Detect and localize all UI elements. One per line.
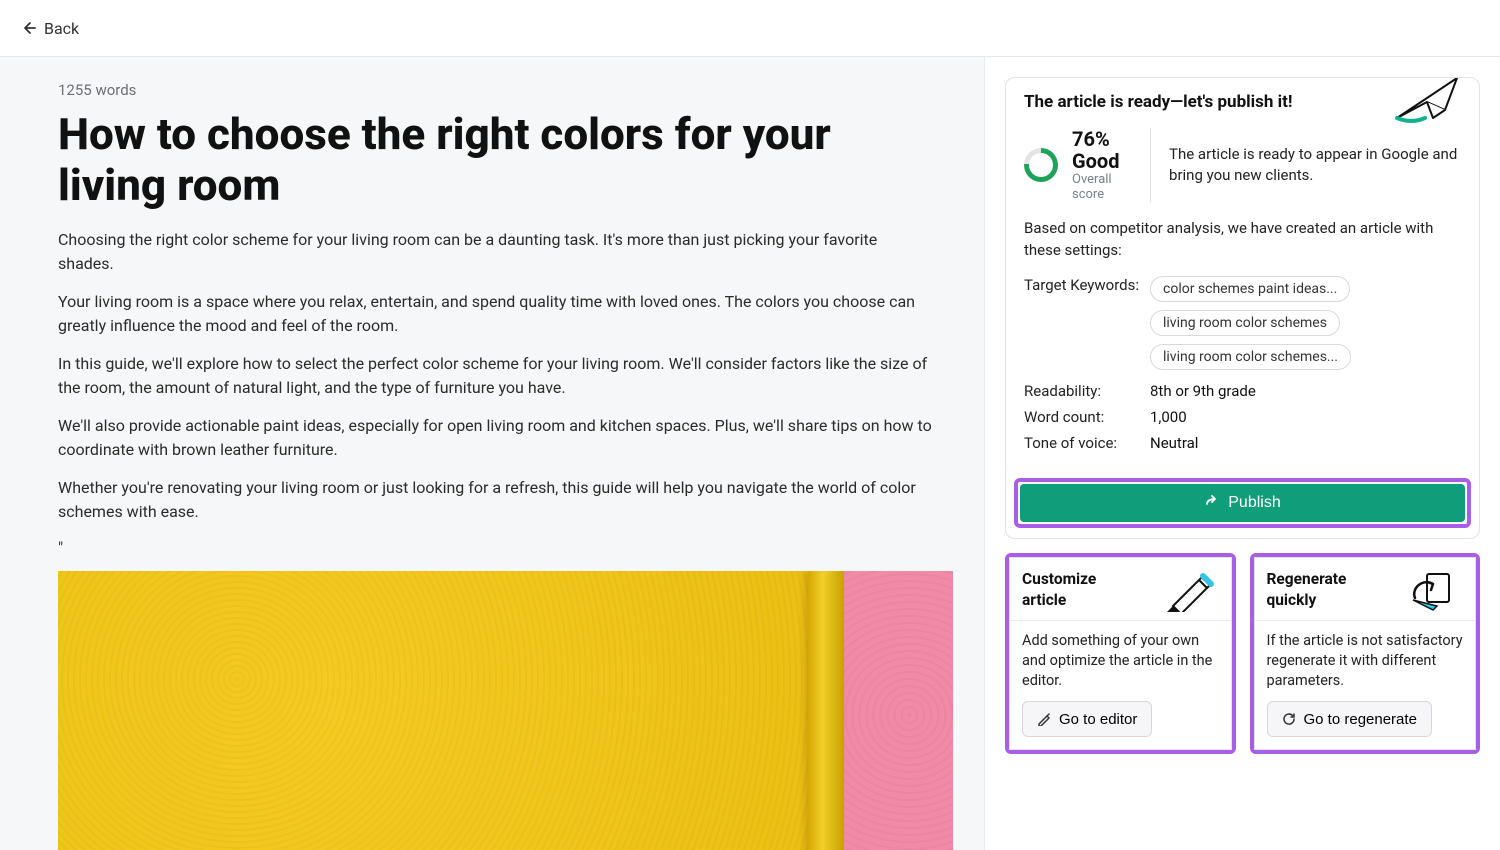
pen-icon <box>1163 568 1219 612</box>
divider <box>1150 128 1151 202</box>
customize-card: Customize article Add something of your … <box>1005 553 1236 755</box>
score-sub: Overall score <box>1072 172 1132 202</box>
article-hero-image <box>58 571 953 850</box>
setting-wordcount: Word count: 1,000 <box>1024 408 1461 426</box>
sidebar: The article is ready—let's publish it! 7… <box>985 57 1500 850</box>
readability-label: Readability: <box>1024 382 1150 400</box>
ready-card: The article is ready—let's publish it! 7… <box>1005 77 1480 539</box>
ready-header-text: The article is ready—let's publish it! <box>1024 92 1292 112</box>
go-to-regenerate-label: Go to regenerate <box>1304 711 1417 728</box>
setting-readability: Readability: 8th or 9th grade <box>1024 382 1461 400</box>
keyword-chip[interactable]: color schemes paint ideas... <box>1150 276 1350 302</box>
go-to-editor-label: Go to editor <box>1059 711 1137 728</box>
tone-value: Neutral <box>1150 434 1461 452</box>
setting-keywords: Target Keywords: color schemes paint ide… <box>1024 276 1461 370</box>
article-paragraph: Choosing the right color scheme for your… <box>58 228 934 276</box>
article-paragraph: In this guide, we'll explore how to sele… <box>58 352 934 400</box>
article-quote-mark: " <box>58 538 934 557</box>
keyword-chip[interactable]: living room color schemes... <box>1150 344 1351 370</box>
settings-list: Target Keywords: color schemes paint ide… <box>1006 274 1479 474</box>
publish-button[interactable]: Publish <box>1020 484 1465 522</box>
publish-label: Publish <box>1228 494 1280 512</box>
tone-label: Tone of voice: <box>1024 434 1150 452</box>
score-circle-icon <box>1024 148 1058 182</box>
score-row: 76% Good Overall score The article is re… <box>1006 122 1479 212</box>
article-paragraph: Whether you're renovating your living ro… <box>58 476 934 524</box>
go-to-regenerate-button[interactable]: Go to regenerate <box>1267 701 1432 737</box>
article-paragraph: Your living room is a space where you re… <box>58 290 934 338</box>
keywords-label: Target Keywords: <box>1024 276 1150 294</box>
wordcount-value: 1,000 <box>1150 408 1461 426</box>
topbar: Back <box>0 0 1500 57</box>
back-label: Back <box>44 19 79 38</box>
customize-desc: Add something of your own and optimize t… <box>1010 621 1231 702</box>
ready-header: The article is ready—let's publish it! <box>1006 78 1479 122</box>
refresh-icon <box>1282 712 1296 726</box>
edit-icon <box>1037 712 1051 726</box>
wordcount-label: Word count: <box>1024 408 1150 426</box>
action-cards: Customize article Add something of your … <box>1005 553 1480 755</box>
word-count: 1255 words <box>58 81 934 99</box>
back-button[interactable]: Back <box>20 19 79 38</box>
go-to-editor-button[interactable]: Go to editor <box>1022 701 1152 737</box>
customize-title: Customize article <box>1022 569 1132 609</box>
paper-plane-icon <box>1387 77 1467 128</box>
share-arrow-icon <box>1204 495 1220 511</box>
score-desc: The article is ready to appear in Google… <box>1169 144 1461 186</box>
keyword-chip[interactable]: living room color schemes <box>1150 310 1340 336</box>
setting-tone: Tone of voice: Neutral <box>1024 434 1461 452</box>
publish-highlight: Publish <box>1014 478 1471 528</box>
regenerate-card: Regenerate quickly If the article is not… <box>1250 553 1481 755</box>
score-value: 76% Good <box>1072 128 1132 172</box>
regenerate-desc: If the article is not satisfactory regen… <box>1255 621 1476 702</box>
article-paragraph: We'll also provide actionable paint idea… <box>58 414 934 462</box>
article-preview: 1255 words How to choose the right color… <box>0 57 985 850</box>
analysis-intro: Based on competitor analysis, we have cr… <box>1006 212 1479 274</box>
recycle-icon <box>1407 568 1463 612</box>
readability-value: 8th or 9th grade <box>1150 382 1461 400</box>
article-title: How to choose the right colors for your … <box>58 109 934 210</box>
regenerate-title: Regenerate quickly <box>1267 569 1377 609</box>
arrow-left-icon <box>20 20 36 36</box>
